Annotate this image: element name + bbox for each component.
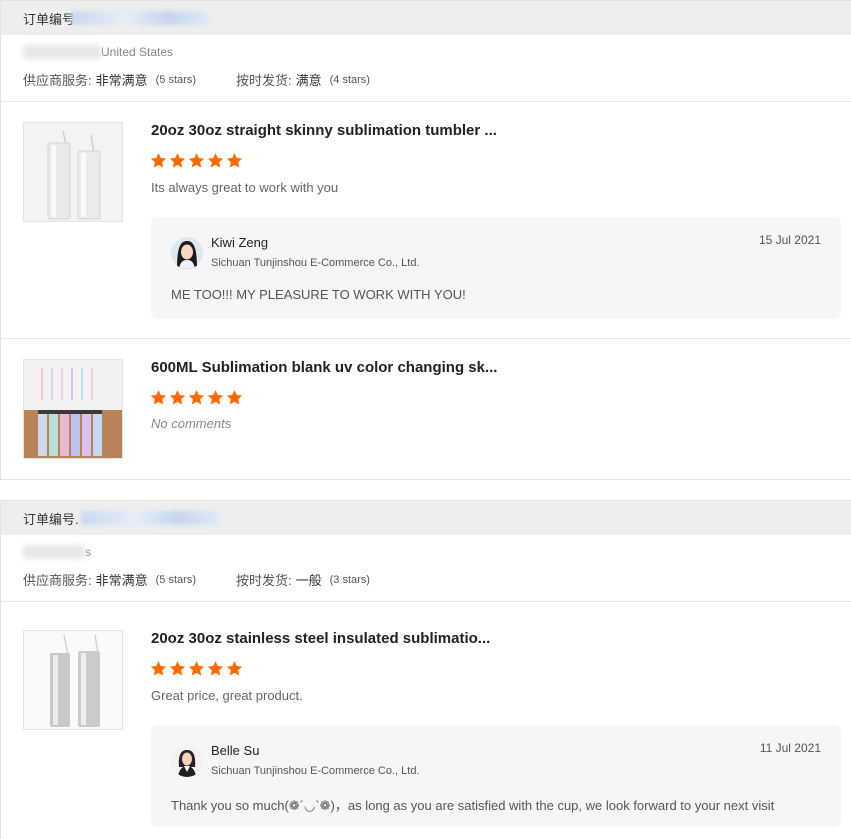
- order-ratings: 供应商服务: 非常满意 (5 stars) 按时发货: 一般 (3 stars): [23, 570, 370, 589]
- buyer-name-redacted: [23, 45, 101, 59]
- review-item: 20oz 30oz straight skinny sublimation tu…: [1, 102, 851, 338]
- star-icon: [226, 153, 243, 168]
- star-icon: [188, 390, 205, 405]
- product-image[interactable]: [23, 122, 123, 222]
- rating-stars: [150, 152, 243, 169]
- shipping-label: 按时发货:: [235, 573, 292, 588]
- star-icon: [150, 390, 167, 405]
- avatar: [171, 237, 203, 269]
- rating-stars: [150, 389, 243, 406]
- supplier-service-stars: (5 stars): [155, 573, 196, 586]
- star-icon: [226, 661, 243, 676]
- order-number-label: 订单编号: [23, 11, 76, 27]
- reply-date: 11 Jul 2021: [759, 741, 821, 755]
- order-card: 订单编号 United States 供应商服务: 非常满意 (5 stars)…: [0, 0, 851, 480]
- star-icon: [150, 661, 167, 676]
- replier-company: Sichuan Tunjinshou E-Commerce Co., Ltd.: [211, 257, 420, 269]
- shipping-value: 一般: [295, 573, 322, 588]
- review-item: 600ML Sublimation blank uv color changin…: [1, 339, 851, 479]
- product-title[interactable]: 20oz 30oz stainless steel insulated subl…: [151, 630, 490, 647]
- review-item: 20oz 30oz stainless steel insulated subl…: [1, 610, 851, 839]
- product-image[interactable]: [23, 359, 123, 459]
- product-title[interactable]: 600ML Sublimation blank uv color changin…: [151, 359, 497, 376]
- star-icon: [188, 153, 205, 168]
- star-icon: [150, 153, 167, 168]
- order-number-label: 订单编号.: [23, 511, 79, 527]
- supplier-service-value: 非常满意: [95, 573, 148, 588]
- product-title[interactable]: 20oz 30oz straight skinny sublimation tu…: [151, 122, 497, 139]
- supplier-service-value: 非常满意: [95, 73, 148, 88]
- shipping-label: 按时发货:: [235, 73, 292, 88]
- star-icon: [188, 661, 205, 676]
- supplier-reply: Belle Su Sichuan Tunjinshou E-Commerce C…: [151, 725, 841, 827]
- replier-name: Kiwi Zeng: [211, 235, 269, 250]
- star-icon: [207, 661, 224, 676]
- shipping-stars: (4 stars): [329, 73, 370, 86]
- order-number-redacted: [80, 511, 219, 525]
- star-icon: [169, 390, 186, 405]
- order-number-redacted: [71, 11, 210, 25]
- review-comment: Great price, great product.: [151, 688, 303, 703]
- supplier-service-label: 供应商服务:: [23, 573, 92, 588]
- buyer-name-redacted: [23, 545, 85, 559]
- replier-name: Belle Su: [211, 743, 260, 758]
- buyer-country: United States: [101, 45, 174, 59]
- review-comment: Its always great to work with you: [151, 180, 339, 195]
- rating-stars: [150, 660, 243, 677]
- avatar: [171, 745, 203, 777]
- reply-date: 15 Jul 2021: [758, 233, 821, 247]
- reply-text: ME TOO!!! MY PLEASURE TO WORK WITH YOU!: [171, 287, 466, 302]
- shipping-value: 满意: [295, 73, 322, 88]
- buyer-info: s 供应商服务: 非常满意 (5 stars) 按时发货: 一般 (3 star…: [1, 535, 851, 602]
- replier-company: Sichuan Tunjinshou E-Commerce Co., Ltd.: [211, 765, 420, 777]
- supplier-service-stars: (5 stars): [155, 73, 196, 86]
- review-comment: No comments: [151, 416, 232, 431]
- product-image[interactable]: [23, 630, 123, 730]
- star-icon: [169, 661, 186, 676]
- order-ratings: 供应商服务: 非常满意 (5 stars) 按时发货: 满意 (4 stars): [23, 70, 370, 89]
- supplier-reply: Kiwi Zeng Sichuan Tunjinshou E-Commerce …: [151, 217, 841, 319]
- order-header: 订单编号.: [1, 501, 851, 535]
- star-icon: [207, 390, 224, 405]
- buyer-info: United States 供应商服务: 非常满意 (5 stars) 按时发货…: [1, 35, 851, 102]
- shipping-stars: (3 stars): [329, 573, 370, 586]
- supplier-service-label: 供应商服务:: [23, 73, 92, 88]
- star-icon: [226, 390, 243, 405]
- buyer-country: s: [85, 545, 91, 559]
- order-header: 订单编号: [1, 1, 851, 35]
- star-icon: [207, 153, 224, 168]
- order-card: 订单编号. s 供应商服务: 非常满意 (5 stars) 按时发货: 一般 (…: [0, 500, 851, 839]
- star-icon: [169, 153, 186, 168]
- reply-text: Thank you so much(❁´◡`❁)，as long as you …: [171, 798, 775, 813]
